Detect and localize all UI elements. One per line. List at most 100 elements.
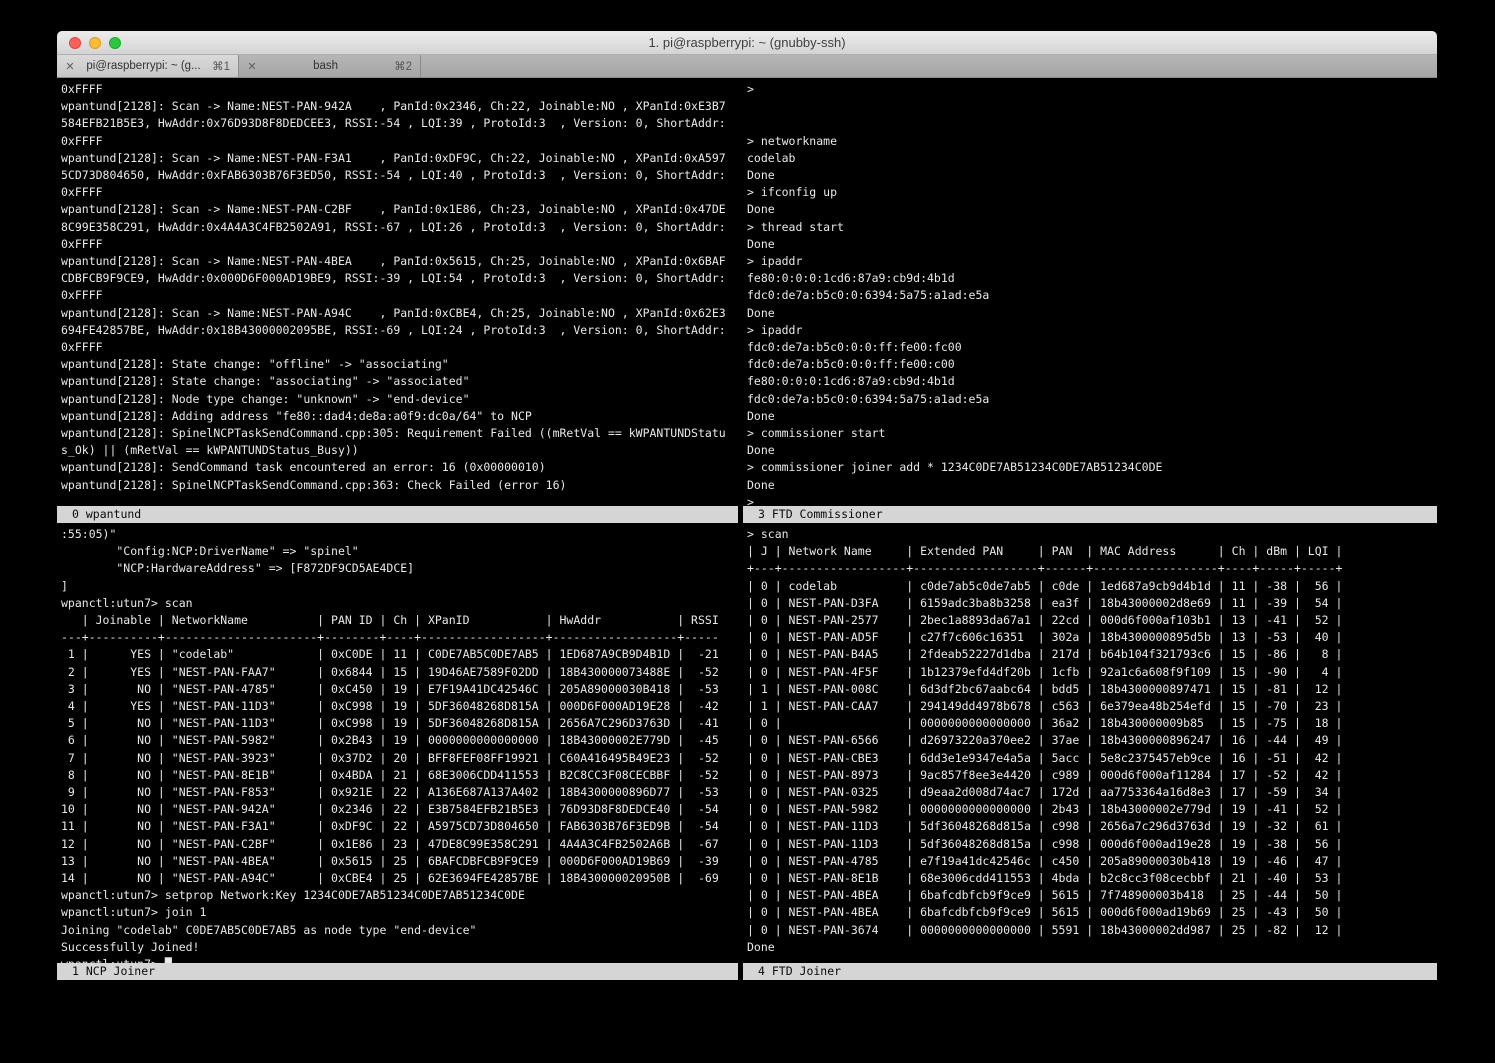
- terminal-line: | J | Network Name | Extended PAN | PAN …: [747, 543, 1437, 560]
- terminal-line: fe80:0:0:0:1cd6:87a9:cb9d:4b1d: [747, 270, 1437, 287]
- terminal-line: wpantund[2128]: Scan -> Name:NEST-PAN-4B…: [61, 253, 738, 270]
- pane-status-ncp-joiner: 1 NCP Joiner: [57, 963, 738, 980]
- terminal-line: wpantund[2128]: State change: "offline" …: [61, 356, 738, 373]
- pane-ncp-joiner-content[interactable]: :55:05)" "Config:NCP:DriverName" => "spi…: [57, 523, 738, 963]
- pane-status-ftd-commissioner: 3 FTD Commissioner: [743, 506, 1437, 523]
- terminal-line: | 0 | codelab | c0de7ab5c0de7ab5 | c0de …: [747, 578, 1437, 595]
- pane-status-ftd-joiner: 4 FTD Joiner: [743, 963, 1437, 980]
- terminal-line: | 0 | NEST-PAN-8E1B | 68e3006cdd411553 |…: [747, 870, 1437, 887]
- terminal-line: 10 | NO | "NEST-PAN-942A" | 0x2346 | 22 …: [61, 801, 738, 818]
- terminal-line: | 0 | NEST-PAN-AD5F | c27f7c606c16351 | …: [747, 629, 1437, 646]
- terminal-line: [747, 98, 1437, 115]
- terminal-line: | 0 | NEST-PAN-CBE3 | 6dd3e1e9347e4a5a |…: [747, 750, 1437, 767]
- terminal-line: 694FE42857BE, HwAddr:0x18B43000002095BE,…: [61, 322, 738, 339]
- terminal-line: > ipaddr: [747, 253, 1437, 270]
- terminal-line: Done: [747, 236, 1437, 253]
- terminal-line: 2 | YES | "NEST-PAN-FAA7" | 0x6844 | 15 …: [61, 664, 738, 681]
- tab-ssh-session[interactable]: ✕ pi@raspberrypi: ~ (g... ⌘1: [57, 55, 239, 77]
- terminal-line: 5 | NO | "NEST-PAN-11D3" | 0xC998 | 19 |…: [61, 715, 738, 732]
- terminal-line: 14 | NO | "NEST-PAN-A94C" | 0xCBE4 | 25 …: [61, 870, 738, 887]
- terminal-line: | 1 | NEST-PAN-008C | 6d3df2bc67aabc64 |…: [747, 681, 1437, 698]
- pane-wpantund-content[interactable]: 0xFFFFwpantund[2128]: Scan -> Name:NEST-…: [57, 78, 738, 506]
- terminal-line: Done: [747, 201, 1437, 218]
- pane-wpantund: 0xFFFFwpantund[2128]: Scan -> Name:NEST-…: [57, 78, 738, 523]
- terminal-line: > ipaddr: [747, 322, 1437, 339]
- window-titlebar[interactable]: 1. pi@raspberrypi: ~ (gnubby-ssh): [57, 31, 1437, 55]
- terminal-line: 0xFFFF: [61, 133, 738, 150]
- terminal-line: +---+------------------+----------------…: [747, 560, 1437, 577]
- tab-close-icon[interactable]: ✕: [247, 60, 257, 73]
- terminal-line: wpantund[2128]: Scan -> Name:NEST-PAN-A9…: [61, 305, 738, 322]
- pane-status-wpantund: 0 wpantund: [57, 506, 738, 523]
- terminal-line: 0xFFFF: [61, 339, 738, 356]
- zoom-button[interactable]: [109, 37, 121, 49]
- terminal-line: 4 | YES | "NEST-PAN-11D3" | 0xC998 | 19 …: [61, 698, 738, 715]
- tab-label: bash: [263, 60, 388, 72]
- terminal-line: fdc0:de7a:b5c0:0:0:ff:fe00:fc00: [747, 339, 1437, 356]
- minimize-button[interactable]: [89, 37, 101, 49]
- terminal-line: wpanctl:utun7> setprop Network:Key 1234C…: [61, 887, 738, 904]
- terminal-line: 584EFB21B5E3, HwAddr:0x76D93D8F8DEDCEE3,…: [61, 115, 738, 132]
- terminal-line: | 0 | NEST-PAN-0325 | d9eaa2d008d74ac7 |…: [747, 784, 1437, 801]
- terminal-line: codelab: [747, 150, 1437, 167]
- tab-shortcut: ⌘2: [394, 59, 412, 73]
- pane-ncp-joiner: :55:05)" "Config:NCP:DriverName" => "spi…: [57, 523, 738, 980]
- terminal-line: Done: [747, 939, 1437, 956]
- terminal-line: 13 | NO | "NEST-PAN-4BEA" | 0x5615 | 25 …: [61, 853, 738, 870]
- terminal-line: > thread start: [747, 219, 1437, 236]
- terminal-line: 7 | NO | "NEST-PAN-3923" | 0x37D2 | 20 |…: [61, 750, 738, 767]
- terminal-line: fdc0:de7a:b5c0:0:6394:5a75:a1ad:e5a: [747, 391, 1437, 408]
- pane-ftd-joiner-content[interactable]: > scan| J | Network Name | Extended PAN …: [743, 523, 1437, 963]
- pane-ftd-commissioner-content[interactable]: > > networknamecodelabDone> ifconfig upD…: [743, 78, 1437, 506]
- terminal-line: 8 | NO | "NEST-PAN-8E1B" | 0x4BDA | 21 |…: [61, 767, 738, 784]
- terminal-line: >: [747, 81, 1437, 98]
- terminal-line: 0xFFFF: [61, 236, 738, 253]
- terminal-line: fe80:0:0:0:1cd6:87a9:cb9d:4b1d: [747, 373, 1437, 390]
- terminal-line: >: [747, 494, 1437, 506]
- terminal-line: 0xFFFF: [61, 81, 738, 98]
- tab-bar: ✕ pi@raspberrypi: ~ (g... ⌘1 ✕ bash ⌘2: [57, 55, 1437, 78]
- tab-label: pi@raspberrypi: ~ (g...: [81, 60, 206, 72]
- terminal-line: > commissioner joiner add * 1234C0DE7AB5…: [747, 459, 1437, 476]
- traffic-lights: [69, 37, 121, 49]
- terminal-line: wpantund[2128]: Node type change: "unkno…: [61, 391, 738, 408]
- close-button[interactable]: [69, 37, 81, 49]
- tab-close-icon[interactable]: ✕: [65, 60, 75, 73]
- terminal-line: | 0 | NEST-PAN-4F5F | 1b12379efd4df20b |…: [747, 664, 1437, 681]
- pane-ftd-joiner: > scan| J | Network Name | Extended PAN …: [743, 523, 1437, 980]
- terminal-line: | 0 | NEST-PAN-11D3 | 5df36048268d815a |…: [747, 818, 1437, 835]
- terminal-line: 3 | NO | "NEST-PAN-4785" | 0xC450 | 19 |…: [61, 681, 738, 698]
- terminal-line: | 0 | | 0000000000000000 | 36a2 | 18b430…: [747, 715, 1437, 732]
- terminal-line: 5CD73D804650, HwAddr:0xFAB6303B76F3ED50,…: [61, 167, 738, 184]
- terminal-line: wpantund[2128]: Scan -> Name:NEST-PAN-C2…: [61, 201, 738, 218]
- terminal-line: | 0 | NEST-PAN-3674 | 0000000000000000 |…: [747, 922, 1437, 939]
- tab-shortcut: ⌘1: [212, 59, 230, 73]
- terminal-line: Done: [747, 442, 1437, 459]
- terminal-line: | Joinable | NetworkName | PAN ID | Ch |…: [61, 612, 738, 629]
- terminal-line: wpanctl:utun7> █: [61, 956, 738, 963]
- window-title: 1. pi@raspberrypi: ~ (gnubby-ssh): [648, 35, 845, 50]
- terminal-line: Done: [747, 408, 1437, 425]
- terminal-line: wpantund[2128]: Scan -> Name:NEST-PAN-94…: [61, 98, 738, 115]
- terminal-line: | 0 | NEST-PAN-2577 | 2bec1a8893da67a1 |…: [747, 612, 1437, 629]
- terminal-line: 11 | NO | "NEST-PAN-F3A1" | 0xDF9C | 22 …: [61, 818, 738, 835]
- terminal-line: ---+----------+----------------------+--…: [61, 629, 738, 646]
- terminal-line: wpanctl:utun7> join 1: [61, 904, 738, 921]
- terminal-line: | 0 | NEST-PAN-4BEA | 6bafcdbfcb9f9ce9 |…: [747, 904, 1437, 921]
- terminal-line: [747, 115, 1437, 132]
- terminal-line: fdc0:de7a:b5c0:0:6394:5a75:a1ad:e5a: [747, 287, 1437, 304]
- terminal-line: 0xFFFF: [61, 184, 738, 201]
- terminal-line: Done: [747, 167, 1437, 184]
- terminal-line: 9 | NO | "NEST-PAN-F853" | 0x921E | 22 |…: [61, 784, 738, 801]
- terminal-line: wpantund[2128]: SpinelNCPTaskSendCommand…: [61, 477, 738, 494]
- terminal-line: | 0 | NEST-PAN-B4A5 | 2fdeab52227d1dba |…: [747, 646, 1437, 663]
- terminal-line: fdc0:de7a:b5c0:0:0:ff:fe00:c00: [747, 356, 1437, 373]
- terminal-area: 0xFFFFwpantund[2128]: Scan -> Name:NEST-…: [57, 78, 1437, 1031]
- terminal-line: wpantund[2128]: SendCommand task encount…: [61, 459, 738, 476]
- terminal-line: wpantund[2128]: Scan -> Name:NEST-PAN-F3…: [61, 150, 738, 167]
- tab-bash[interactable]: ✕ bash ⌘2: [239, 55, 421, 77]
- terminal-line: | 0 | NEST-PAN-8973 | 9ac857f8ee3e4420 |…: [747, 767, 1437, 784]
- terminal-line: wpantund[2128]: State change: "associati…: [61, 373, 738, 390]
- terminal-line: Joining "codelab" C0DE7AB5C0DE7AB5 as no…: [61, 922, 738, 939]
- terminal-line: | 0 | NEST-PAN-6566 | d26973220a370ee2 |…: [747, 732, 1437, 749]
